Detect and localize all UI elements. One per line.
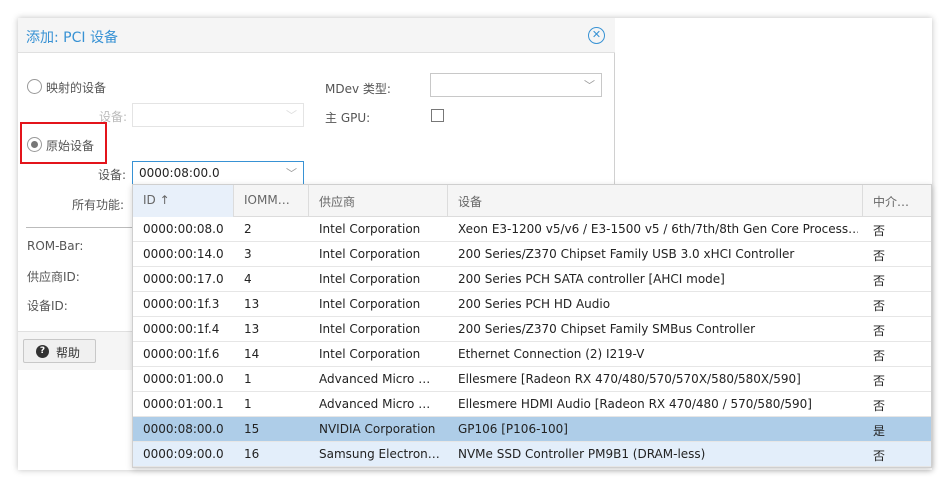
cell-id: 0000:00:17.0 (143, 272, 224, 286)
cell-vendor: Intel Corporation (319, 272, 421, 286)
table-row[interactable]: 0000:00:14.0 3 Intel Corporation 200 Series… (133, 242, 931, 267)
mapped-device-radio[interactable] (27, 79, 42, 94)
cell-mediated: 否 (873, 349, 886, 363)
column-header-iommu[interactable]: IOMM… (234, 185, 309, 217)
cell-iommu: 1 (244, 372, 252, 386)
table-row[interactable]: 0000:00:17.0 4 Intel Corporation 200 Series… (133, 267, 931, 292)
table-row[interactable]: 0000:00:1f.4 13 Intel Corporation 200 Serie… (133, 317, 931, 342)
cell-iommu: 14 (244, 347, 260, 361)
cell-vendor: Samsung Electron… (319, 447, 440, 461)
cell-vendor: NVIDIA Corporation (319, 422, 436, 436)
cell-iommu: 15 (244, 422, 260, 436)
mdev-type-select[interactable]: ﹀ (430, 73, 602, 97)
cell-vendor: Advanced Micro … (319, 397, 431, 411)
cell-vendor: Advanced Micro … (319, 372, 431, 386)
chevron-down-icon: ﹀ (286, 167, 297, 180)
cell-device: 200 Series/Z370 Chipset Family SMBus Con… (458, 322, 756, 336)
cell-mediated: 否 (873, 324, 886, 338)
table-row[interactable]: 0000:00:1f.6 14 Intel Corporation Ethernet … (133, 342, 931, 367)
cell-device: Ellesmere HDMI Audio [Radeon RX 470/480 … (458, 397, 812, 411)
device-id-label: 设备ID: (27, 299, 68, 313)
question-icon: ? (36, 345, 49, 358)
cell-mediated: 否 (873, 399, 886, 413)
cell-device: Ethernet Connection (2) I219-V (458, 347, 645, 361)
cell-vendor: Intel Corporation (319, 322, 421, 336)
help-button[interactable]: ? 帮助 (23, 339, 96, 363)
cell-id: 0000:01:00.0 (143, 372, 224, 386)
cell-device: Ellesmere [Radeon RX 470/480/570/570X/58… (458, 372, 801, 386)
cell-mediated: 否 (873, 249, 886, 263)
raw-device-field-label: 设备: (98, 168, 127, 182)
all-functions-label: 所有功能: (72, 198, 125, 212)
cell-id: 0000:00:1f.3 (143, 297, 220, 311)
table-row[interactable]: 0000:08:00.0 15 NVIDIA Corporation GP106 [P… (133, 417, 931, 442)
cell-id: 0000:00:1f.6 (143, 347, 220, 361)
cell-id: 0000:00:08.0 (143, 222, 224, 236)
column-header-id[interactable]: ID ↑ (133, 185, 234, 217)
cell-mediated: 否 (873, 299, 886, 313)
main-gpu-label: 主 GPU: (325, 111, 371, 125)
column-header-device[interactable]: 设备 (448, 185, 863, 217)
cell-id: 0000:00:14.0 (143, 247, 224, 261)
close-icon[interactable]: ✕ (588, 27, 605, 44)
cell-id: 0000:00:1f.4 (143, 322, 220, 336)
cell-vendor: Intel Corporation (319, 222, 421, 236)
raw-device-value: 0000:08:00.0 (139, 166, 220, 180)
table-row[interactable]: 0000:00:1f.3 13 Intel Corporation 200 Serie… (133, 292, 931, 317)
cell-mediated: 是 (873, 424, 886, 438)
cell-iommu: 2 (244, 222, 252, 236)
cell-iommu: 3 (244, 247, 252, 261)
cell-iommu: 13 (244, 322, 260, 336)
mdev-type-label: MDev 类型: (325, 82, 391, 96)
cell-mediated: 否 (873, 374, 886, 388)
form-separator (26, 227, 133, 228)
cell-vendor: Intel Corporation (319, 297, 421, 311)
chevron-down-icon: ﹀ (584, 79, 595, 92)
raw-device-label: 原始设备 (46, 139, 95, 153)
raw-device-radio[interactable] (27, 137, 42, 152)
cell-vendor: Intel Corporation (319, 247, 421, 261)
vendor-id-label: 供应商ID: (27, 270, 80, 284)
cell-mediated: 否 (873, 224, 886, 238)
cell-device: GP106 [P106-100] (458, 422, 568, 436)
rombar-label: ROM-Bar: (27, 239, 84, 253)
cell-device: Xeon E3-1200 v5/v6 / E3-1500 v5 / 6th/7t… (458, 222, 858, 236)
dialog-header: 添加: PCI 设备 ✕ (18, 18, 615, 53)
cell-device: 200 Series/Z370 Chipset Family USB 3.0 x… (458, 247, 795, 261)
cell-iommu: 13 (244, 297, 260, 311)
mapped-device-select: ﹀ (132, 103, 304, 127)
main-gpu-checkbox[interactable] (431, 109, 444, 122)
raw-device-select[interactable]: 0000:08:00.0 ﹀ (132, 161, 304, 185)
cell-device: 200 Series PCH HD Audio (458, 297, 611, 311)
cell-vendor: Intel Corporation (319, 347, 421, 361)
dialog-title: 添加: PCI 设备 (26, 30, 118, 46)
cell-mediated: 否 (873, 449, 886, 463)
chevron-down-icon: ﹀ (286, 109, 297, 122)
cell-iommu: 1 (244, 397, 252, 411)
cell-iommu: 16 (244, 447, 260, 461)
table-row[interactable]: 0000:00:08.0 2 Intel Corporation Xeon E3-12… (133, 217, 931, 242)
column-header-mediated[interactable]: 中介… (863, 185, 931, 217)
mapped-device-label: 映射的设备 (46, 81, 107, 95)
grid-header: ID ↑ IOMM… 供应商 设备 中介… (133, 185, 931, 217)
cell-id: 0000:01:00.1 (143, 397, 224, 411)
cell-mediated: 否 (873, 274, 886, 288)
cell-iommu: 4 (244, 272, 252, 286)
help-button-label: 帮助 (56, 346, 81, 360)
table-row[interactable]: 0000:09:00.0 16 Samsung Electron… NVMe SSD … (133, 442, 931, 467)
pci-device-grid: ID ↑ IOMM… 供应商 设备 中介… 0000:00:08.0 2 Intel… (132, 184, 932, 468)
cell-device: NVMe SSD Controller PM9B1 (DRAM-less) (458, 447, 706, 461)
table-row[interactable]: 0000:01:00.1 1 Advanced Micro … Ellesmere H… (133, 392, 931, 417)
table-row[interactable]: 0000:01:00.0 1 Advanced Micro … Ellesmere [… (133, 367, 931, 392)
column-header-vendor[interactable]: 供应商 (309, 185, 448, 217)
cell-device: 200 Series PCH SATA controller [AHCI mod… (458, 272, 725, 286)
cell-id: 0000:09:00.0 (143, 447, 224, 461)
cell-id: 0000:08:00.0 (143, 422, 224, 436)
